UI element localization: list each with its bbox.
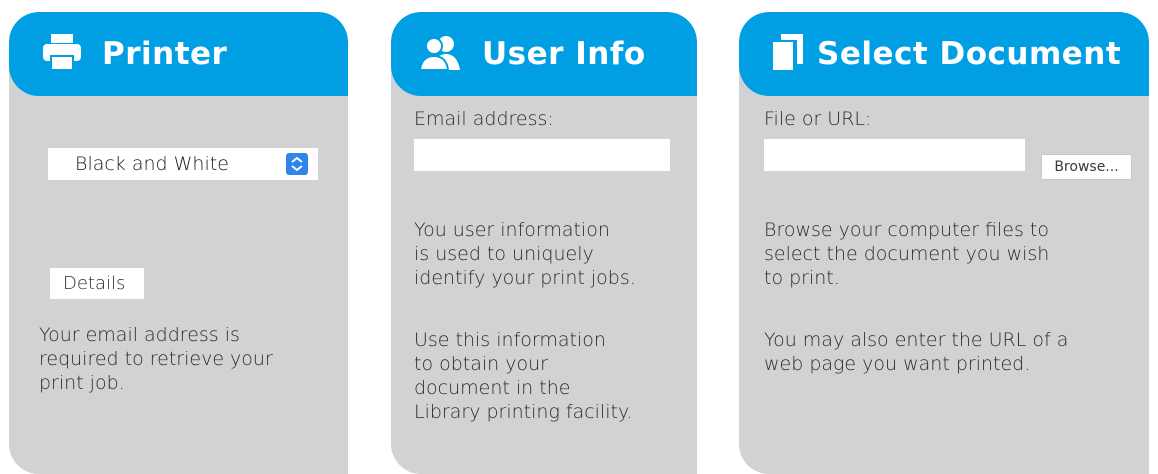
printer-panel: Printer Black and White Details Your ema… [9,12,348,474]
select-document-para1: Browse your computer files to select the… [764,218,1144,290]
user-info-para1-line: identify your print jobs. [414,267,636,289]
print-mode-select[interactable]: Black and White [48,148,318,180]
user-info-para1: You user information is used to uniquely… [414,218,694,290]
user-info-para2: Use this information to obtain your docu… [414,328,694,424]
user-info-para2-line: document in the [414,377,571,399]
printer-header: Printer [9,12,348,96]
select-document-para1-line: to print. [764,267,840,289]
select-document-para1-line: Browse your computer files to [764,219,1050,241]
file-url-field[interactable] [764,139,1025,171]
browse-button[interactable]: Browse... [1041,154,1132,180]
user-info-para2-line: Use this information [414,329,606,351]
user-info-para2-line: to obtain your [414,353,548,375]
select-document-panel: Select Document File or URL: Browse... B… [739,12,1149,474]
file-url-label: File or URL: [764,108,872,130]
email-field[interactable] [414,139,670,171]
printer-icon [42,33,82,75]
printer-note: Your email address is required to retrie… [39,323,339,395]
printer-title: Printer [102,36,228,72]
users-icon [418,34,464,74]
select-document-para1-line: select the document you wish [764,243,1050,265]
printer-note-line: required to retrieve your [39,348,273,370]
user-info-para1-line: You user information [414,219,610,241]
user-info-para2-line: Library printing facility. [414,401,633,423]
select-arrows-icon [286,153,308,175]
user-info-header: User Info [391,12,697,96]
printer-note-line: print job. [39,372,125,394]
user-info-para1-line: is used to uniquely [414,243,594,265]
select-document-para2: You may also enter the URL of a web page… [764,328,1144,376]
select-document-para2-line: web page you want printed. [764,353,1031,375]
user-info-title: User Info [482,36,646,72]
select-document-header: Select Document [739,12,1149,96]
details-button[interactable]: Details [50,268,144,299]
document-icon [773,34,803,74]
select-document-para2-line: You may also enter the URL of a [764,329,1069,351]
email-label: Email address: [414,108,554,130]
print-mode-value: Black and White [75,153,229,175]
printer-note-line: Your email address is [39,324,240,346]
select-document-title: Select Document [817,36,1122,72]
user-info-panel: User Info Email address: You user inform… [391,12,697,474]
